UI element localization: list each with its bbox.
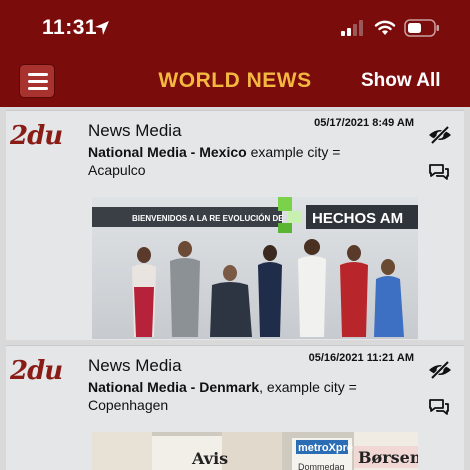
source-logo: 2du (10, 356, 63, 386)
image-brand-text: HECHOS AM (312, 210, 403, 227)
news-image[interactable]: BIENVENIDOS A LA RE EVOLUCIÓN DE HECHOS … (92, 197, 418, 339)
source-logo: 2du (10, 121, 63, 151)
news-image-art: BIENVENIDOS A LA RE EVOLUCIÓN DE HECHOS … (92, 197, 418, 339)
image-word: Avis (191, 449, 228, 468)
card-date: 05/17/2021 8:49 AM (314, 117, 414, 129)
news-image[interactable]: Avis metroXpre Børsen Dommedag (92, 432, 418, 470)
media-name: National Media - Mexico (88, 144, 247, 160)
news-card[interactable]: 2du News Media 05/16/2021 11:21 AM Natio… (6, 345, 464, 470)
image-banner-text: BIENVENIDOS A LA RE EVOLUCIÓN DE (132, 214, 284, 223)
news-image-art: Avis metroXpre Børsen Dommedag (92, 432, 418, 470)
image-word: metroXpre (298, 442, 353, 454)
eye-slash-icon[interactable] (428, 125, 452, 145)
image-word: Børsen (358, 448, 418, 467)
comment-icon[interactable] (428, 398, 450, 416)
show-all-button[interactable]: Show All (361, 70, 441, 92)
signal-icon (341, 20, 363, 36)
nav-bar: WORLD NEWS Show All (0, 56, 470, 107)
comment-icon[interactable] (428, 163, 450, 181)
status-bar: 11:31 (0, 0, 470, 56)
card-title: News Media (88, 121, 182, 140)
card-description: National Media - Denmark, example city =… (88, 378, 388, 414)
location-arrow-icon (95, 21, 109, 35)
card-title: News Media (88, 356, 182, 375)
media-name: National Media - Denmark (88, 379, 260, 395)
wifi-icon (374, 20, 396, 35)
card-description: National Media - Mexico example city = A… (88, 143, 388, 179)
status-time: 11:31 (42, 16, 98, 39)
card-date: 05/16/2021 11:21 AM (308, 352, 414, 364)
eye-slash-icon[interactable] (428, 360, 452, 380)
news-card[interactable]: 2du News Media 05/17/2021 8:49 AM Nation… (6, 110, 464, 340)
image-word: Dommedag (298, 462, 345, 470)
battery-icon (404, 19, 439, 37)
